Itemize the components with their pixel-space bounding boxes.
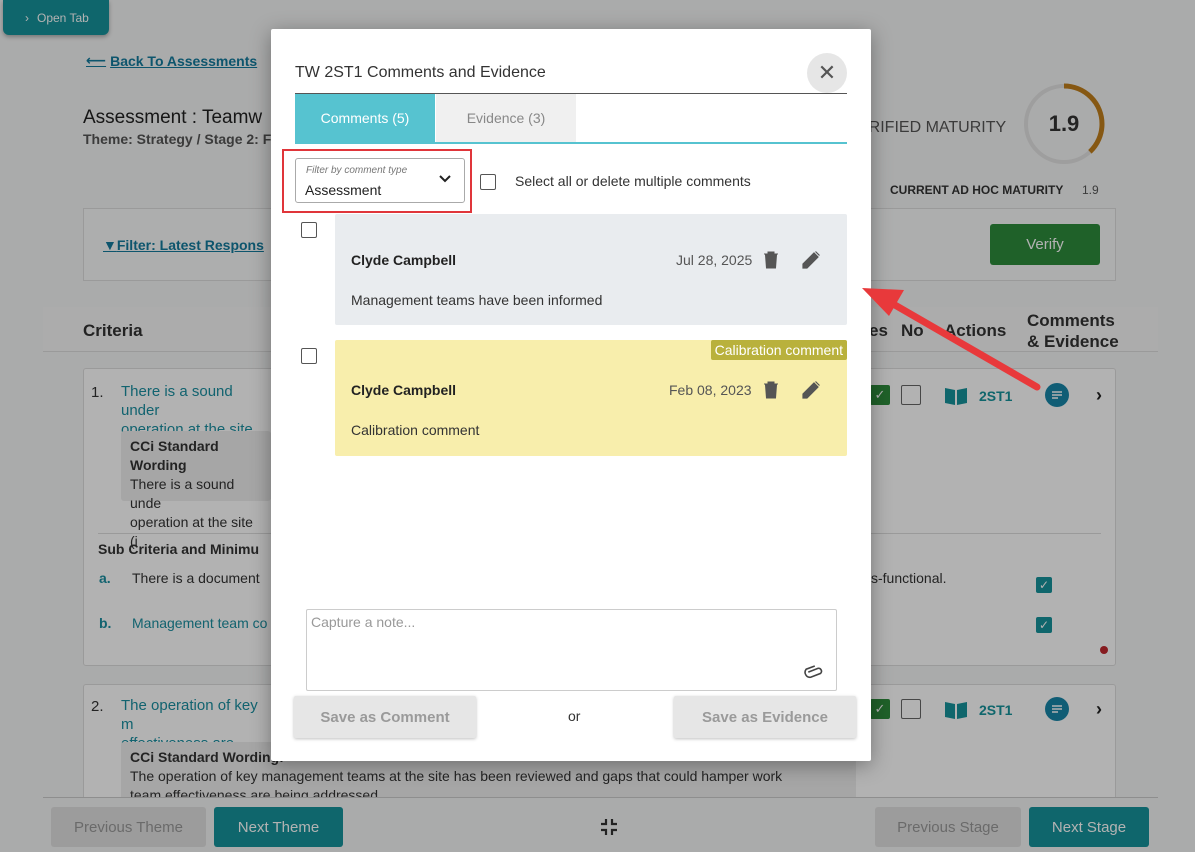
paperclip-icon[interactable]	[804, 663, 824, 679]
comment-card: Clyde Campbell Jul 28, 2025 Management t…	[335, 214, 847, 325]
save-as-comment-button[interactable]: Save as Comment	[294, 696, 476, 738]
comment-author: Clyde Campbell	[351, 382, 457, 398]
filter-select-label: Filter by comment type	[306, 165, 408, 176]
comment-checkbox[interactable]	[301, 222, 317, 238]
comment-card-calibration: Calibration comment Clyde Campbell Feb 0…	[335, 340, 847, 456]
comment-text: Calibration comment	[351, 422, 480, 438]
comment-text: Management teams have been informed	[351, 292, 603, 308]
comment-author: Clyde Campbell	[351, 252, 457, 268]
or-separator: or	[568, 708, 581, 724]
trash-icon[interactable]	[763, 381, 779, 399]
capture-note-input[interactable]	[306, 609, 837, 691]
tab-comments[interactable]: Comments (5)	[295, 94, 435, 142]
comment-date: Feb 08, 2023	[669, 382, 752, 398]
save-as-evidence-button[interactable]: Save as Evidence	[674, 696, 856, 738]
close-icon[interactable]: ✕	[807, 53, 847, 93]
tab-evidence[interactable]: Evidence (3)	[436, 94, 576, 142]
comment-checkbox[interactable]	[301, 348, 317, 364]
pencil-icon[interactable]	[801, 250, 821, 270]
modal-title: TW 2ST1 Comments and Evidence	[295, 64, 546, 81]
calibration-badge: Calibration comment	[710, 340, 847, 360]
comment-type-filter-select[interactable]: Filter by comment type Assessment	[295, 158, 465, 203]
filter-select-value: Assessment	[305, 182, 382, 198]
pencil-icon[interactable]	[801, 380, 821, 400]
select-all-label: Select all or delete multiple comments	[515, 173, 751, 189]
select-all-checkbox[interactable]	[480, 174, 496, 190]
comment-date: Jul 28, 2025	[676, 252, 753, 268]
modal-tabs: Comments (5) Evidence (3)	[295, 94, 847, 144]
trash-icon[interactable]	[763, 251, 779, 269]
chevron-down-icon	[439, 175, 451, 183]
comments-evidence-modal: TW 2ST1 Comments and Evidence ✕ Comments…	[271, 29, 871, 761]
